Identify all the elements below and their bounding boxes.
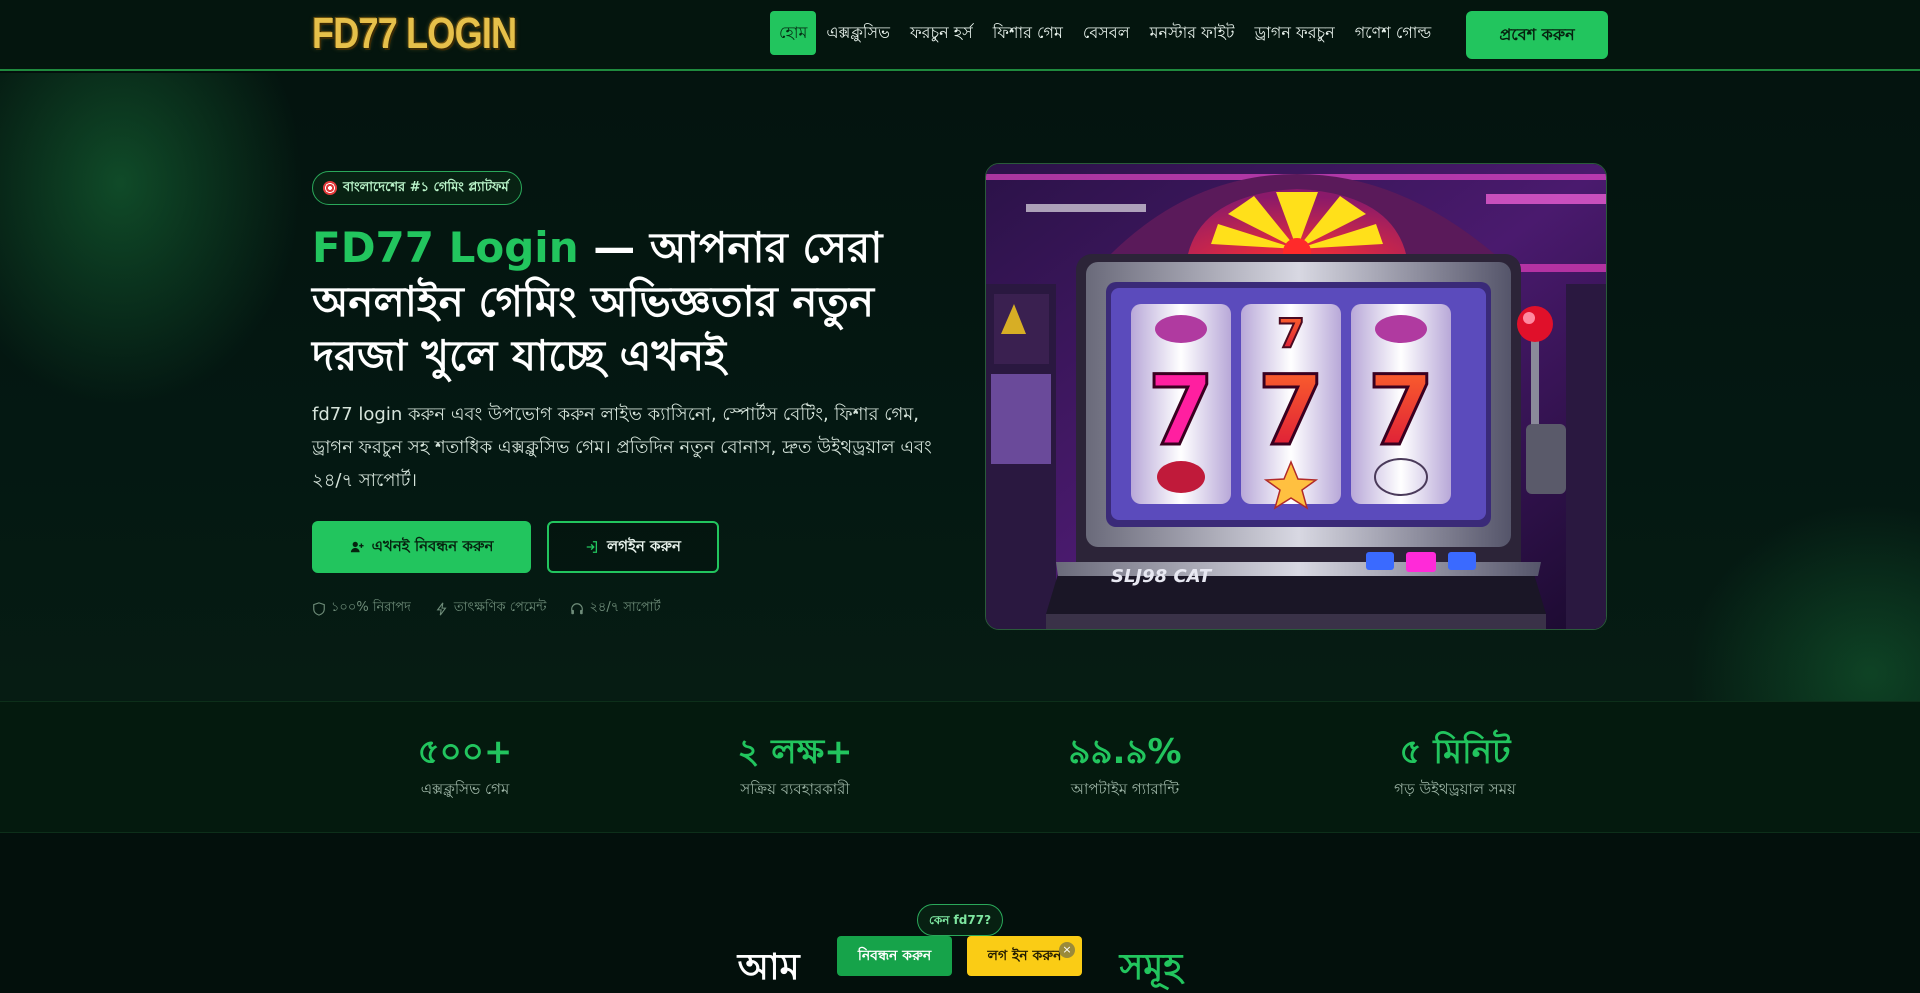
why-title-accent: সমূহ [1119,947,1183,988]
machine-label: SLJ98 CAT [1111,566,1213,587]
close-icon[interactable]: × [1059,942,1075,958]
headset-icon [571,602,584,614]
stat-uptime: ৯৯.৯% আপটাইম গ্যারান্টি [995,732,1255,803]
stat-label: আপটাইম গ্যারান্টি [1070,780,1180,798]
stat-label: গড় উইথড্রয়াল সময় [1394,780,1516,798]
hero-title-accent: FD77 Login [312,223,579,272]
login-button[interactable]: লগইন করুন [547,521,719,573]
stat-withdrawal: ৫ মিনিট গড় উইথড্রয়াল সময় [1325,732,1585,803]
trust-item-payment: তাৎক্ষণিক পেমেন্ট [435,598,547,619]
stat-label: সক্রিয় ব্যবহারকারী [740,780,850,798]
stat-value: ৫০০+ [417,732,513,772]
slot-machine-image: 7 7 7 7 SLJ98 CAT [985,163,1607,630]
trust-indicators: ১০০% নিরাপদ তাৎক্ষণিক পেমেন্ট ২৪/৭ সাপোর… [312,598,661,619]
enter-button[interactable]: প্রবেশ করুন [1466,11,1608,59]
trust-item-support: ২৪/৭ সাপোর্ট [570,598,661,619]
why-section: কেন fd77? আম সমূহ [0,834,1920,993]
stat-value: ৯৯.৯% [1068,732,1182,772]
site-logo[interactable]: FD77 LOGIN [312,10,517,58]
nav-item-home[interactable]: হোম [770,11,817,55]
register-now-label: এখনই নিবন্ধন করুন [371,536,494,555]
user-plus-icon [350,541,364,553]
shield-icon [313,601,325,616]
nav-item-dragon-fortune[interactable]: ড্রাগন ফরচুন [1245,11,1345,55]
login-icon [586,541,598,553]
stat-value: ২ লক্ষ+ [737,732,853,772]
trust-secure-label: ১০০% নিরাপদ [331,600,411,615]
stat-label: এক্সক্লুসিভ গেম [420,780,510,798]
reel-seven-left: 7 [1148,355,1215,467]
nav-item-monster-fight[interactable]: মনস্টার ফাইট [1140,11,1245,55]
stat-users: ২ লক্ষ+ সক্রিয় ব্যবহারকারী [665,732,925,803]
trust-support-label: ২৪/৭ সাপোর্ট [589,600,661,615]
floating-register-button[interactable]: নিবন্ধন করুন [837,936,952,976]
hero-badge-label: বাংলাদেশের #১ গেমিং প্ল্যাটফর্ম [343,179,509,195]
nav-item-exclusive[interactable]: এক্সক্লুসিভ [816,11,900,55]
hero-title: FD77 Login — আপনার সেরা অনলাইন গেমিং অভি… [312,221,932,383]
main-nav: হোম এক্সক্লুসিভ ফরচুন হর্স ফিশার গেম বেস… [770,11,1441,55]
stat-value: ৫ মিনিট [1399,732,1511,772]
trust-item-secure: ১০০% নিরাপদ [312,598,411,619]
trust-payment-label: তাৎক্ষণিক পেমেন্ট [453,600,547,615]
target-icon [323,181,337,195]
why-title-start: আম [737,947,800,988]
reel-seven-right: 7 [1368,355,1435,467]
reel-seven-top: 7 [1277,311,1305,357]
nav-item-fisher-game[interactable]: ফিশার গেম [983,11,1073,55]
why-title: আম সমূহ [0,940,1920,993]
hero-badge: বাংলাদেশের #১ গেমিং প্ল্যাটফর্ম [312,171,522,205]
lightning-icon [436,602,447,615]
nav-item-ganesh-gold[interactable]: গণেশ গোল্ড [1345,11,1442,55]
register-now-button[interactable]: এখনই নিবন্ধন করুন [312,521,531,573]
nav-item-fortune-horse[interactable]: ফরচুন হর্স [900,11,983,55]
nav-item-baseball[interactable]: বেসবল [1073,11,1140,55]
slot-machine-illustration: 7 7 7 7 SLJ98 CAT [986,164,1606,629]
why-badge: কেন fd77? [917,904,1003,936]
hero-description: fd77 login করুন এবং উপভোগ করুন লাইভ ক্যা… [312,404,932,491]
login-label: লগইন করুন [607,536,681,555]
reel-seven-center: 7 [1258,355,1325,467]
hero-section: বাংলাদেশের #১ গেমিং প্ল্যাটফর্ম FD77 Log… [0,73,1920,701]
stat-games: ৫০০+ এক্সক্লুসিভ গেম [335,732,595,803]
stats-bar: ৫০০+ এক্সক্লুসিভ গেম ২ লক্ষ+ সক্রিয় ব্য… [0,701,1920,833]
site-header: FD77 LOGIN হোম এক্সক্লুসিভ ফরচুন হর্স ফি… [0,0,1920,71]
